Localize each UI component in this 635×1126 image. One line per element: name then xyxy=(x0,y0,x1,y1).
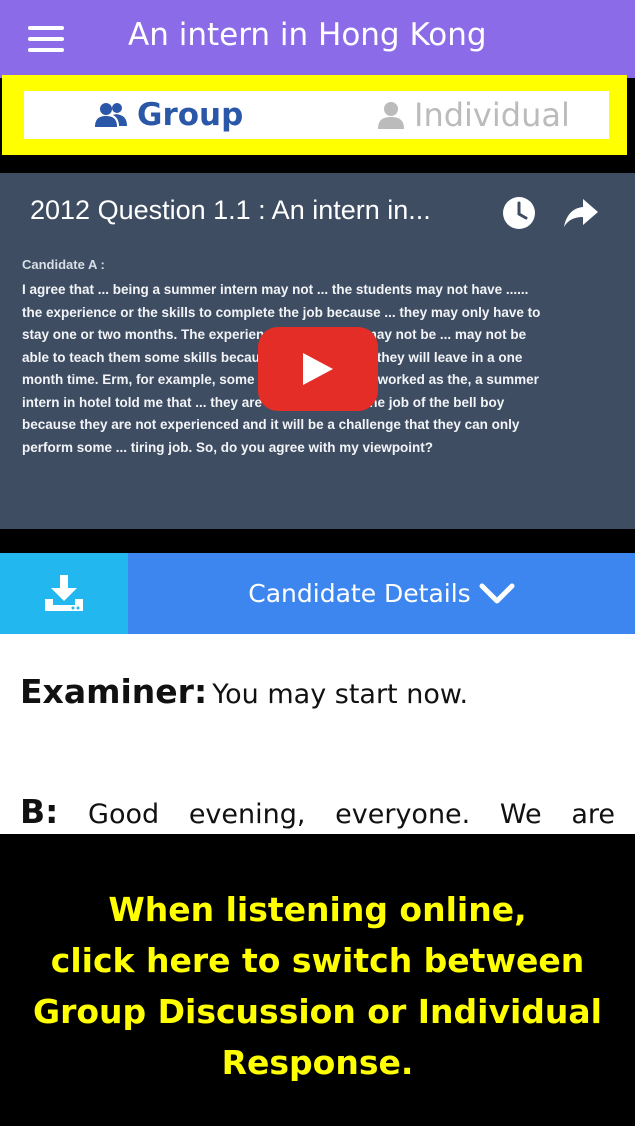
speech-word: everyone. xyxy=(335,799,471,830)
instruction-line: Response. xyxy=(221,1043,414,1082)
instruction-line: click here to switch between xyxy=(50,941,585,980)
video-title: 2012 Question 1.1 : An intern in... xyxy=(30,195,431,225)
transcript-line: B: Good evening, everyone. We are xyxy=(20,792,615,831)
tab-group[interactable]: Group xyxy=(95,91,243,139)
chevron-down-icon xyxy=(479,583,515,603)
download-icon xyxy=(45,574,83,611)
speech-word: We xyxy=(499,799,542,830)
page-title: An intern in Hong Kong xyxy=(128,17,487,53)
instruction-text: When listening online, click here to swi… xyxy=(0,884,635,1088)
speech-word: are xyxy=(571,799,615,830)
tab-individual-label: Individual xyxy=(414,96,570,134)
candidate-heading: Candidate A : xyxy=(22,257,105,272)
group-users-icon xyxy=(95,103,127,127)
transcript-line: Examiner: You may start now. xyxy=(20,672,468,711)
app-bar: An intern in Hong Kong xyxy=(0,0,635,78)
instruction-line: When listening online, xyxy=(108,890,527,929)
speaker-label: B: xyxy=(20,792,59,831)
clock-icon[interactable] xyxy=(501,195,537,231)
speaker-label: Examiner: xyxy=(20,672,208,711)
tab-group-label: Group xyxy=(137,97,244,133)
share-icon[interactable] xyxy=(563,197,599,229)
hamburger-menu-icon[interactable] xyxy=(28,24,66,54)
speech-text: You may start now. xyxy=(212,679,469,710)
single-user-icon xyxy=(378,102,404,129)
play-icon xyxy=(303,353,333,385)
instruction-line: Group Discussion or Individual xyxy=(33,992,602,1031)
download-button[interactable] xyxy=(0,553,128,634)
play-button[interactable] xyxy=(258,327,378,411)
video-frame: 2012 Question 1.1 : An intern in... Cand… xyxy=(0,173,635,529)
transcript-area: Examiner: You may start now. B: Good eve… xyxy=(0,634,635,834)
instruction-overlay: When listening online, click here to swi… xyxy=(0,834,635,1126)
candidate-details-label: Candidate Details xyxy=(248,579,471,608)
tab-individual[interactable]: Individual xyxy=(378,91,570,139)
video-player[interactable]: 2012 Question 1.1 : An intern in... Cand… xyxy=(0,155,635,553)
candidate-details-button[interactable]: Candidate Details xyxy=(128,553,635,634)
speech-word: evening, xyxy=(188,799,306,830)
speech-word: Good xyxy=(88,799,160,830)
tab-bar: Group Individual xyxy=(24,91,609,139)
